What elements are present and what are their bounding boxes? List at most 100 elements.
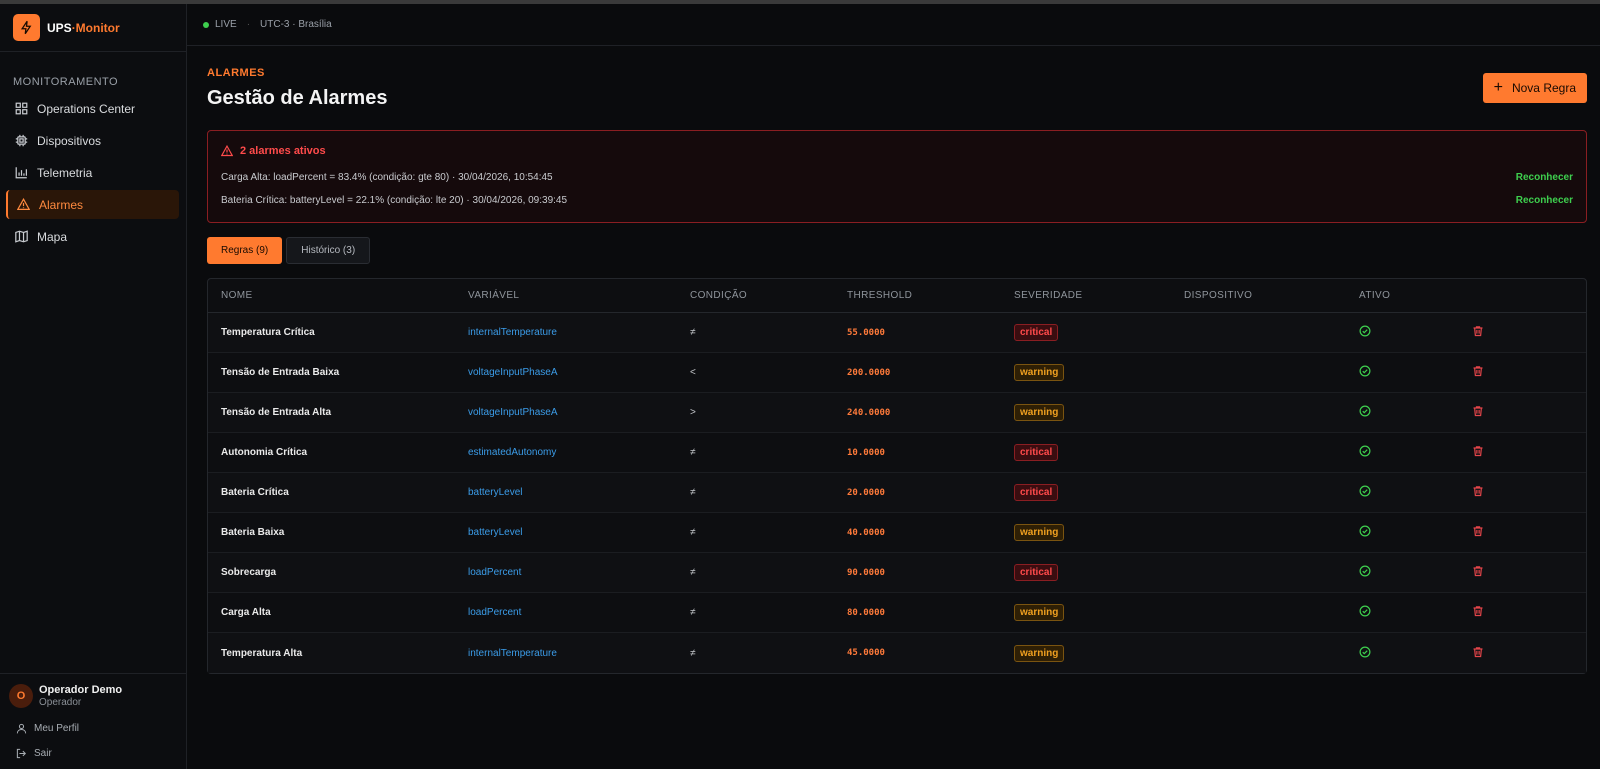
active-alarm-text: Bateria Crítica: batteryLevel = 22.1% (c…: [221, 195, 568, 206]
rule-delete-cell[interactable]: [1472, 646, 1572, 661]
logout-link[interactable]: Sair: [16, 741, 186, 765]
rule-delete-cell[interactable]: [1472, 365, 1572, 380]
rule-condition: ≠: [690, 327, 696, 338]
rule-threshold: 45.0000: [847, 648, 885, 658]
active-alarms-panel: 2 alarmes ativos Carga Alta: loadPercent…: [207, 130, 1587, 223]
rule-active-cell[interactable]: [1359, 445, 1472, 460]
column-header-nome: NOME: [221, 290, 253, 301]
rule-delete-cell[interactable]: [1472, 325, 1572, 340]
rule-delete-cell[interactable]: [1472, 525, 1572, 540]
sidebar-item-label: Operations Center: [37, 101, 136, 116]
brand-name: UPS·Monitor: [47, 20, 120, 35]
check-circle-icon[interactable]: [1359, 646, 1371, 658]
trash-icon[interactable]: [1472, 646, 1484, 658]
rule-variable: estimatedAutonomy: [468, 447, 557, 458]
rule-active-cell[interactable]: [1359, 646, 1472, 661]
table-row[interactable]: Tensão de Entrada Baixa voltageInputPhase…: [208, 353, 1586, 393]
table-row[interactable]: Temperatura Alta internalTemperature ≠ 45.0…: [208, 633, 1586, 673]
acknowledge-button[interactable]: Reconhecer: [1516, 195, 1573, 206]
logout-icon: [16, 748, 27, 758]
check-circle-icon[interactable]: [1359, 565, 1371, 577]
rule-name: Bateria Crítica: [221, 487, 289, 498]
table-body: Temperatura Crítica internalTemperature ≠ 5…: [208, 313, 1586, 673]
active-alarms-title: 2 alarmes ativos: [240, 145, 326, 157]
trash-icon[interactable]: [1472, 565, 1484, 577]
severity-badge: warning: [1014, 524, 1065, 541]
trash-icon[interactable]: [1472, 405, 1484, 417]
rule-active-cell[interactable]: [1359, 485, 1472, 500]
page-title: Gestão de Alarmes: [207, 87, 388, 109]
rule-variable: voltageInputPhaseA: [468, 407, 558, 418]
check-circle-icon[interactable]: [1359, 325, 1371, 337]
tab-regras[interactable]: Regras (9): [207, 237, 283, 264]
rule-threshold: 80.0000: [847, 607, 885, 618]
rule-delete-cell[interactable]: [1472, 565, 1572, 580]
check-circle-icon[interactable]: [1359, 365, 1371, 377]
rule-severity-cell: warning: [1014, 364, 1184, 381]
sidebar: UPS·Monitor MONITORAMENTO Operations Cen…: [0, 4, 187, 769]
column-header-threshold: THRESHOLD: [847, 290, 913, 301]
trash-icon[interactable]: [1472, 485, 1484, 497]
rule-delete-cell[interactable]: [1472, 405, 1572, 420]
trash-icon[interactable]: [1472, 365, 1484, 377]
table-row[interactable]: Bateria Crítica batteryLevel ≠ 20.0000 criti…: [208, 473, 1586, 513]
check-circle-icon[interactable]: [1359, 525, 1371, 537]
severity-badge: warning: [1014, 644, 1065, 662]
severity-badge: critical: [1014, 444, 1059, 461]
profile-label: Meu Perfil: [34, 722, 80, 734]
trash-icon[interactable]: [1472, 445, 1484, 457]
rule-name: Tensão de Entrada Baixa: [221, 367, 340, 378]
rule-threshold: 20.0000: [847, 487, 885, 498]
topbar-separator: ·: [246, 19, 251, 30]
rule-severity-cell: critical: [1014, 324, 1184, 341]
table-row[interactable]: Bateria Baixa batteryLevel ≠ 40.0000 warning: [208, 513, 1586, 553]
tab-historico[interactable]: Histórico (3): [286, 237, 371, 264]
sidebar-item-telemetria[interactable]: Telemetria: [6, 158, 179, 187]
table-header: NOME VARIÁVEL CONDIÇÃO THRESHOLD SEVERID…: [208, 279, 1586, 313]
rule-name: Bateria Baixa: [221, 527, 285, 538]
rule-active-cell[interactable]: [1359, 325, 1472, 340]
rule-active-cell[interactable]: [1359, 405, 1472, 420]
check-circle-icon[interactable]: [1359, 445, 1371, 457]
rule-name: Tensão de Entrada Alta: [221, 407, 332, 418]
rule-delete-cell[interactable]: [1472, 445, 1572, 460]
sidebar-item-operations-center[interactable]: Operations Center: [6, 94, 179, 123]
rule-delete-cell[interactable]: [1472, 605, 1572, 620]
table-row[interactable]: Autonomia Crítica estimatedAutonomy ≠ 10.00…: [208, 433, 1586, 473]
rule-severity-cell: critical: [1014, 484, 1184, 501]
table-row[interactable]: Carga Alta loadPercent ≠ 80.0000 warning: [208, 593, 1586, 633]
sidebar-item-mapa[interactable]: Mapa: [6, 222, 179, 251]
rule-active-cell[interactable]: [1359, 365, 1472, 380]
check-circle-icon[interactable]: [1359, 485, 1371, 497]
rule-delete-cell[interactable]: [1472, 485, 1572, 500]
new-rule-button[interactable]: + Nova Regra: [1482, 73, 1587, 103]
profile-link[interactable]: Meu Perfil: [16, 716, 186, 740]
sidebar-item-dispositivos[interactable]: Dispositivos: [6, 126, 179, 155]
user-name: Operador Demo: [39, 684, 123, 696]
table-row[interactable]: Sobrecarga loadPercent ≠ 90.0000 critical: [208, 553, 1586, 593]
sidebar-item-alarmes[interactable]: Alarmes: [6, 190, 179, 219]
active-alarm-item: Bateria Crítica: batteryLevel = 22.1% (c…: [221, 194, 1573, 207]
warning-icon: [17, 198, 30, 210]
logout-label: Sair: [34, 747, 52, 759]
rule-variable: loadPercent: [468, 567, 522, 578]
table-row[interactable]: Temperatura Crítica internalTemperature ≠ 5…: [208, 313, 1586, 353]
brand[interactable]: UPS·Monitor: [0, 4, 186, 52]
map-icon: [15, 230, 28, 243]
table-row[interactable]: Tensão de Entrada Alta voltageInputPhaseA…: [208, 393, 1586, 433]
trash-icon[interactable]: [1472, 325, 1484, 337]
trash-icon[interactable]: [1472, 605, 1484, 617]
rule-active-cell[interactable]: [1359, 605, 1472, 620]
check-circle-icon[interactable]: [1359, 605, 1371, 617]
plus-icon: +: [1493, 79, 1503, 96]
timezone-label: UTC-3 · Brasília: [260, 19, 332, 30]
check-circle-icon[interactable]: [1359, 405, 1371, 417]
sidebar-item-label: Dispositivos: [37, 133, 102, 148]
acknowledge-button[interactable]: Reconhecer: [1516, 172, 1573, 183]
rule-active-cell[interactable]: [1359, 525, 1472, 540]
sidebar-item-label: Telemetria: [37, 165, 93, 180]
rule-active-cell[interactable]: [1359, 565, 1472, 580]
sidebar-nav: Operations Center Dispositivos Telemetri…: [0, 94, 186, 251]
trash-icon[interactable]: [1472, 525, 1484, 537]
new-rule-label: Nova Regra: [1511, 81, 1576, 95]
